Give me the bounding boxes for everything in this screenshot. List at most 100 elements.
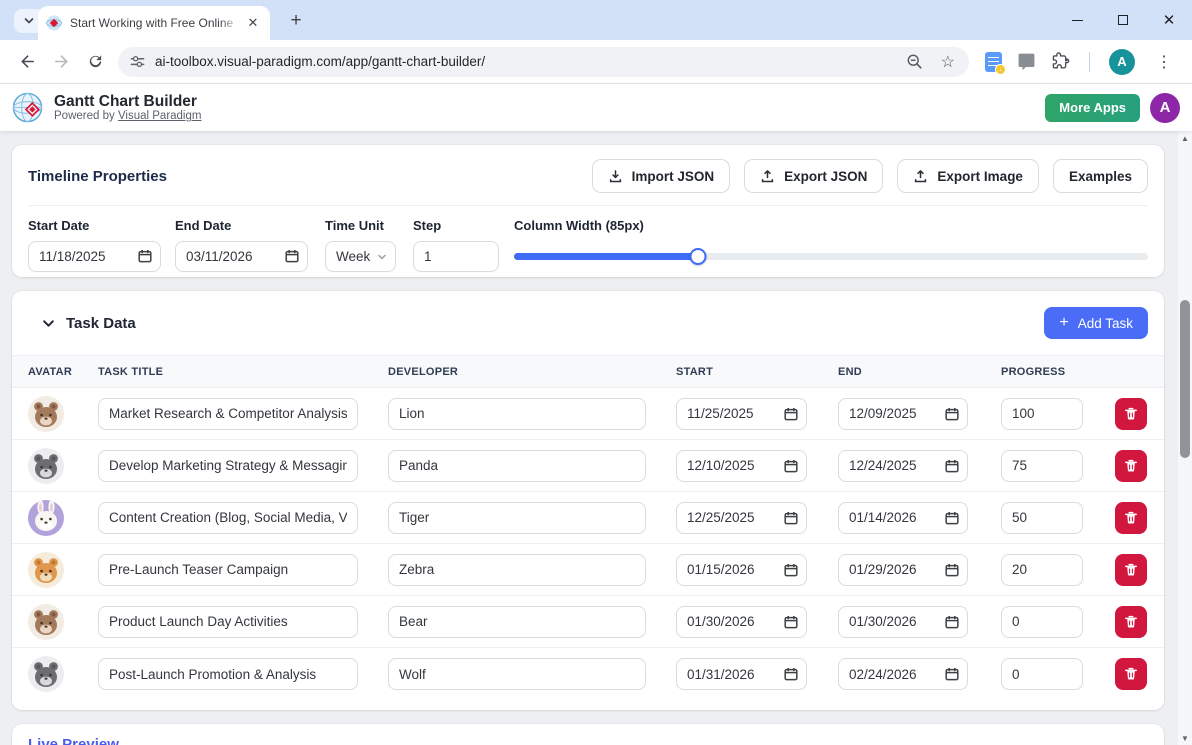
visual-paradigm-link[interactable]: Visual Paradigm <box>118 110 202 122</box>
task-start-date-input[interactable] <box>676 554 807 586</box>
upload-icon <box>760 169 775 184</box>
scrollbar-thumb[interactable] <box>1180 300 1190 458</box>
trash-icon <box>1124 459 1138 473</box>
scroll-down-icon[interactable]: ▼ <box>1178 731 1192 745</box>
delete-task-button[interactable] <box>1115 658 1147 690</box>
progress-input[interactable] <box>1001 450 1083 482</box>
chrome-profile-avatar[interactable]: A <box>1109 49 1135 75</box>
more-apps-button[interactable]: More Apps <box>1045 94 1140 122</box>
upload-icon <box>913 169 928 184</box>
end-date-field: End Date <box>175 218 308 272</box>
minimize-icon <box>1072 20 1083 21</box>
task-table-row <box>12 596 1164 648</box>
step-field: Step <box>413 218 499 272</box>
trash-icon <box>1124 667 1138 681</box>
task-data-title: Task Data <box>66 315 136 332</box>
app-title: Gantt Chart Builder <box>54 93 201 111</box>
chat-extension-icon[interactable] <box>1017 52 1036 71</box>
trash-icon <box>1124 563 1138 577</box>
user-avatar[interactable]: A <box>1150 93 1180 123</box>
task-table-row <box>12 388 1164 440</box>
start-date-input[interactable] <box>28 241 161 272</box>
delete-task-button[interactable] <box>1115 606 1147 638</box>
url-bar[interactable]: ai-toolbox.visual-paradigm.com/app/gantt… <box>118 47 969 77</box>
chevron-down-icon <box>377 252 387 262</box>
wolf-avatar <box>28 448 64 484</box>
bear-avatar <box>28 604 64 640</box>
delete-task-button[interactable] <box>1115 450 1147 482</box>
task-end-date-input[interactable] <box>838 450 968 482</box>
column-header-progress: PROGRESS <box>1001 366 1115 378</box>
delete-task-button[interactable] <box>1115 502 1147 534</box>
visual-paradigm-favicon <box>46 15 62 31</box>
task-start-date-input[interactable] <box>676 658 807 690</box>
page-scrollbar[interactable]: ▲ ▼ <box>1178 131 1192 745</box>
task-end-date-input[interactable] <box>838 398 968 430</box>
developer-input[interactable] <box>388 450 646 482</box>
column-width-slider[interactable] <box>514 241 1148 272</box>
bookmark-star-icon[interactable]: ☆ <box>941 52 955 72</box>
reload-button[interactable] <box>78 45 112 79</box>
trash-icon <box>1124 615 1138 629</box>
task-title-input[interactable] <box>98 450 358 482</box>
developer-input[interactable] <box>388 554 646 586</box>
task-end-date-input[interactable] <box>838 554 968 586</box>
progress-input[interactable] <box>1001 658 1083 690</box>
progress-input[interactable] <box>1001 606 1083 638</box>
minimize-button[interactable] <box>1054 0 1100 40</box>
docs-offline-extension-icon[interactable]: ↓ <box>985 52 1002 72</box>
step-input[interactable] <box>413 241 499 272</box>
close-button[interactable]: ✕ <box>1146 0 1192 40</box>
task-title-input[interactable] <box>98 658 358 690</box>
progress-input[interactable] <box>1001 554 1083 586</box>
examples-button[interactable]: Examples <box>1053 159 1148 193</box>
task-end-date-input[interactable] <box>838 606 968 638</box>
developer-input[interactable] <box>388 398 646 430</box>
progress-input[interactable] <box>1001 502 1083 534</box>
new-tab-button[interactable]: + <box>283 8 309 34</box>
rabbit-avatar <box>28 500 64 536</box>
time-unit-select[interactable]: Week <box>325 241 396 272</box>
scroll-up-icon[interactable]: ▲ <box>1178 131 1192 145</box>
task-end-date-input[interactable] <box>838 502 968 534</box>
chevron-down-icon <box>23 15 35 27</box>
task-data-collapse-toggle[interactable]: Task Data <box>42 315 136 332</box>
tab-close-icon[interactable]: ✕ <box>244 14 262 32</box>
live-preview-title: Live Preview <box>28 736 1148 745</box>
developer-input[interactable] <box>388 502 646 534</box>
task-start-date-input[interactable] <box>676 606 807 638</box>
import-json-button[interactable]: Import JSON <box>592 159 731 193</box>
maximize-button[interactable] <box>1100 0 1146 40</box>
developer-input[interactable] <box>388 658 646 690</box>
developer-input[interactable] <box>388 606 646 638</box>
task-title-input[interactable] <box>98 606 358 638</box>
reload-icon <box>87 53 104 70</box>
task-title-input[interactable] <box>98 554 358 586</box>
task-start-date-input[interactable] <box>676 398 807 430</box>
progress-input[interactable] <box>1001 398 1083 430</box>
task-title-input[interactable] <box>98 502 358 534</box>
delete-task-button[interactable] <box>1115 554 1147 586</box>
task-end-date-input[interactable] <box>838 658 968 690</box>
chrome-menu-icon[interactable]: ⋮ <box>1156 52 1172 72</box>
forward-button[interactable] <box>44 45 78 79</box>
column-width-thumb[interactable] <box>689 248 706 265</box>
task-start-date-input[interactable] <box>676 450 807 482</box>
app-title-block: Gantt Chart Builder Powered by Visual Pa… <box>54 93 201 123</box>
sync-badge-icon: ↓ <box>995 64 1006 75</box>
site-settings-icon <box>130 54 145 69</box>
task-start-date-input[interactable] <box>676 502 807 534</box>
task-table-row <box>12 492 1164 544</box>
zoom-out-icon[interactable] <box>906 53 923 70</box>
delete-task-button[interactable] <box>1115 398 1147 430</box>
time-unit-field: Time Unit Week <box>325 218 396 272</box>
extensions-puzzle-icon[interactable] <box>1051 52 1070 71</box>
task-title-input[interactable] <box>98 398 358 430</box>
export-image-button[interactable]: Export Image <box>897 159 1039 193</box>
back-button[interactable] <box>10 45 44 79</box>
add-task-button[interactable]: + Add Task <box>1044 307 1148 339</box>
export-json-button[interactable]: Export JSON <box>744 159 883 193</box>
browser-tab[interactable]: Start Working with Free Online ✕ <box>38 6 270 40</box>
end-date-input[interactable] <box>175 241 308 272</box>
column-header-end: END <box>838 366 1001 378</box>
